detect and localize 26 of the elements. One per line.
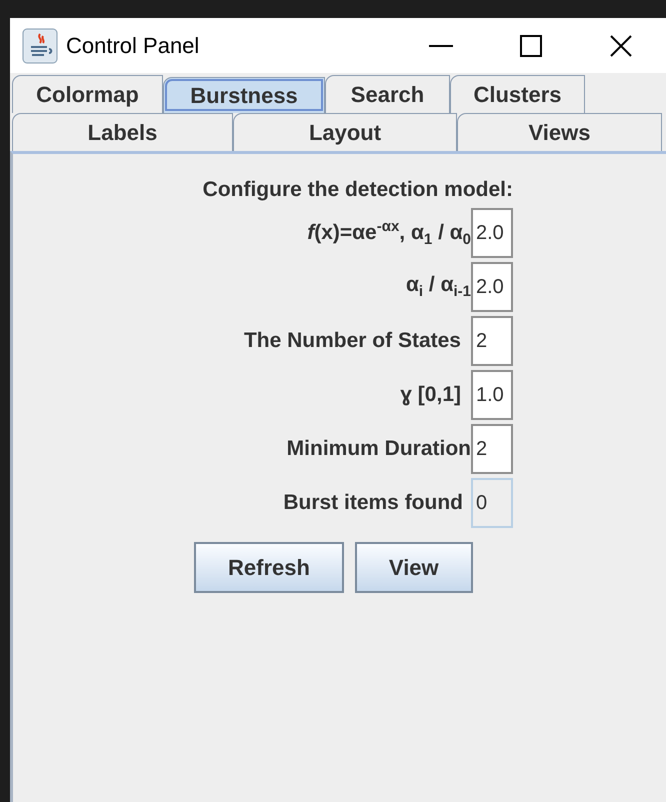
tab[interactable]: Clusters bbox=[450, 75, 585, 113]
close-icon bbox=[610, 34, 632, 56]
view-button[interactable]: View bbox=[354, 542, 473, 593]
input-field[interactable]: 2.0 bbox=[471, 208, 513, 258]
field-label: ɣ [0,1] bbox=[400, 383, 461, 407]
input-field[interactable]: 2 bbox=[471, 316, 513, 366]
input-field[interactable]: 2 bbox=[471, 424, 513, 474]
input-field[interactable]: 2.0 bbox=[471, 262, 513, 312]
tab[interactable]: Burstness bbox=[163, 77, 325, 113]
window-title: Control Panel bbox=[66, 32, 200, 58]
section-heading: Configure the detection model: bbox=[202, 178, 513, 202]
tab[interactable]: Colormap bbox=[12, 75, 163, 113]
field-label: The Number of States bbox=[244, 329, 461, 353]
field-label: Minimum Duration bbox=[286, 437, 471, 461]
field-label: α$_{i}$ / α$_{i-1}$ bbox=[406, 273, 471, 301]
coffee-cup-icon bbox=[22, 28, 58, 64]
field-label: f(x)=αe$^{-αx}$, α$_{1}$ / α$_{0}$ bbox=[307, 218, 471, 248]
field-label: Burst items found bbox=[283, 491, 463, 515]
tab[interactable]: Labels bbox=[12, 113, 233, 151]
tab[interactable]: Views bbox=[457, 113, 662, 151]
tab[interactable]: Layout bbox=[233, 113, 457, 151]
tab[interactable]: Search bbox=[325, 75, 450, 113]
refresh-button[interactable]: Refresh bbox=[194, 542, 344, 593]
minimize-icon bbox=[429, 44, 453, 48]
input-field[interactable]: 1.0 bbox=[471, 370, 513, 420]
maximize-icon bbox=[520, 34, 542, 56]
